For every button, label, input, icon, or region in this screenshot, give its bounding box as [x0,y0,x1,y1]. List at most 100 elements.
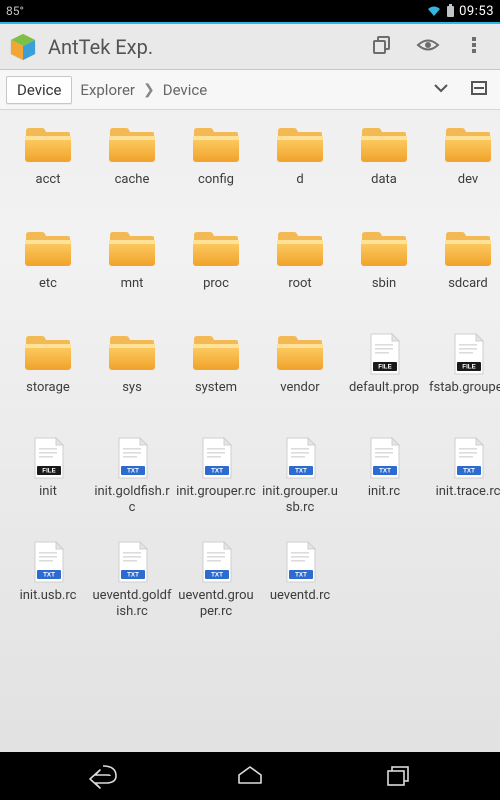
file-item[interactable]: TXT init.grouper.usb.rc [260,436,340,516]
temperature-readout: 85° [6,4,24,18]
txt-file-icon: TXT [104,540,160,584]
txt-file-icon: TXT [20,540,76,584]
folder-icon [20,228,76,272]
svg-text:FILE: FILE [462,364,475,371]
folder-item[interactable]: cache [92,124,172,204]
expand-button[interactable] [426,75,456,105]
overflow-menu[interactable] [456,29,492,65]
file-item[interactable]: FILE default.prop [344,332,424,412]
item-label: ueventd.goldfish.rc [92,588,172,620]
folder-icon [104,332,160,376]
folder-item[interactable]: proc [176,228,256,308]
folder-item[interactable]: etc [8,228,88,308]
item-label: dev [458,172,478,204]
app-bar: AntTek Exp. [0,22,500,70]
folder-item[interactable]: sbin [344,228,424,308]
nav-home[interactable] [205,756,295,796]
breadcrumb-explorer[interactable]: Explorer [80,81,135,99]
folder-icon [272,124,328,168]
item-label: data [371,172,397,204]
item-label: vendor [280,380,319,412]
folder-item[interactable]: config [176,124,256,204]
file-item[interactable]: TXT init.goldfish.rc [92,436,172,516]
folder-item[interactable]: root [260,228,340,308]
file-item[interactable]: FILE init [8,436,88,516]
folder-icon [104,228,160,272]
item-label: cache [115,172,150,204]
folder-icon [356,228,412,272]
folder-item[interactable]: data [344,124,424,204]
visibility-action[interactable] [410,29,446,65]
item-label: fstab.grouper [429,380,500,412]
svg-text:TXT: TXT [211,572,223,579]
item-label: init.rc [368,484,400,516]
windows-action[interactable] [364,29,400,65]
file-item[interactable]: TXT ueventd.rc [260,540,340,620]
txt-file-icon: TXT [272,436,328,480]
file-item[interactable]: TXT init.rc [344,436,424,516]
item-label: system [195,380,237,412]
folder-item[interactable]: sdcard [428,228,500,308]
svg-text:TXT: TXT [127,572,139,579]
item-label: storage [26,380,70,412]
recents-icon [384,764,412,788]
nav-recents[interactable] [353,756,443,796]
folder-item[interactable]: mnt [92,228,172,308]
folder-icon [440,124,496,168]
app-logo-icon [8,32,38,62]
item-label: ueventd.rc [270,588,330,620]
svg-text:FILE: FILE [378,364,391,371]
breadcrumb-device[interactable]: Device [163,81,207,99]
folder-item[interactable]: dev [428,124,500,204]
tab-device[interactable]: Device [6,76,72,104]
item-label: sbin [372,276,396,308]
folder-icon [20,332,76,376]
item-label: etc [39,276,57,308]
item-label: init [39,484,57,516]
item-label: ueventd.grouper.rc [176,588,256,620]
folder-item[interactable]: acct [8,124,88,204]
txt-file-icon: TXT [272,540,328,584]
folder-item[interactable]: vendor [260,332,340,412]
folder-icon [188,228,244,272]
svg-text:FILE: FILE [42,468,55,475]
file-icon: FILE [440,332,496,376]
folder-item[interactable]: system [176,332,256,412]
svg-text:TXT: TXT [211,468,223,475]
copy-icon [371,34,393,60]
txt-file-icon: TXT [356,436,412,480]
svg-text:TXT: TXT [463,468,475,475]
file-item[interactable]: TXT init.grouper.rc [176,436,256,516]
item-label: init.trace.rc [436,484,500,516]
txt-file-icon: TXT [440,436,496,480]
folder-item[interactable]: storage [8,332,88,412]
more-vert-icon [464,35,484,59]
svg-text:TXT: TXT [127,468,139,475]
eye-icon [416,33,440,61]
txt-file-icon: TXT [188,540,244,584]
folder-icon [20,124,76,168]
item-label: init.grouper.rc [176,484,256,516]
folder-item[interactable]: d [260,124,340,204]
svg-text:TXT: TXT [43,572,55,579]
path-bar: Device Explorer ❯ Device [0,70,500,110]
folder-item[interactable]: sys [92,332,172,412]
chevron-right-icon: ❯ [143,82,155,98]
txt-file-icon: TXT [188,436,244,480]
svg-text:TXT: TXT [379,468,391,475]
folder-icon [188,332,244,376]
file-item[interactable]: TXT ueventd.grouper.rc [176,540,256,620]
file-item[interactable]: TXT init.usb.rc [8,540,88,620]
nav-back[interactable] [58,756,148,796]
item-label: config [198,172,234,204]
item-label: default.prop [349,380,419,412]
file-grid: acct cache config d data dev [0,110,500,620]
collapse-button[interactable] [464,75,494,105]
item-label: root [288,276,311,308]
folder-icon [440,228,496,272]
file-item[interactable]: TXT init.trace.rc [428,436,500,516]
file-item[interactable]: FILE fstab.grouper [428,332,500,412]
folder-icon [356,124,412,168]
file-item[interactable]: TXT ueventd.goldfish.rc [92,540,172,620]
item-label: acct [36,172,61,204]
